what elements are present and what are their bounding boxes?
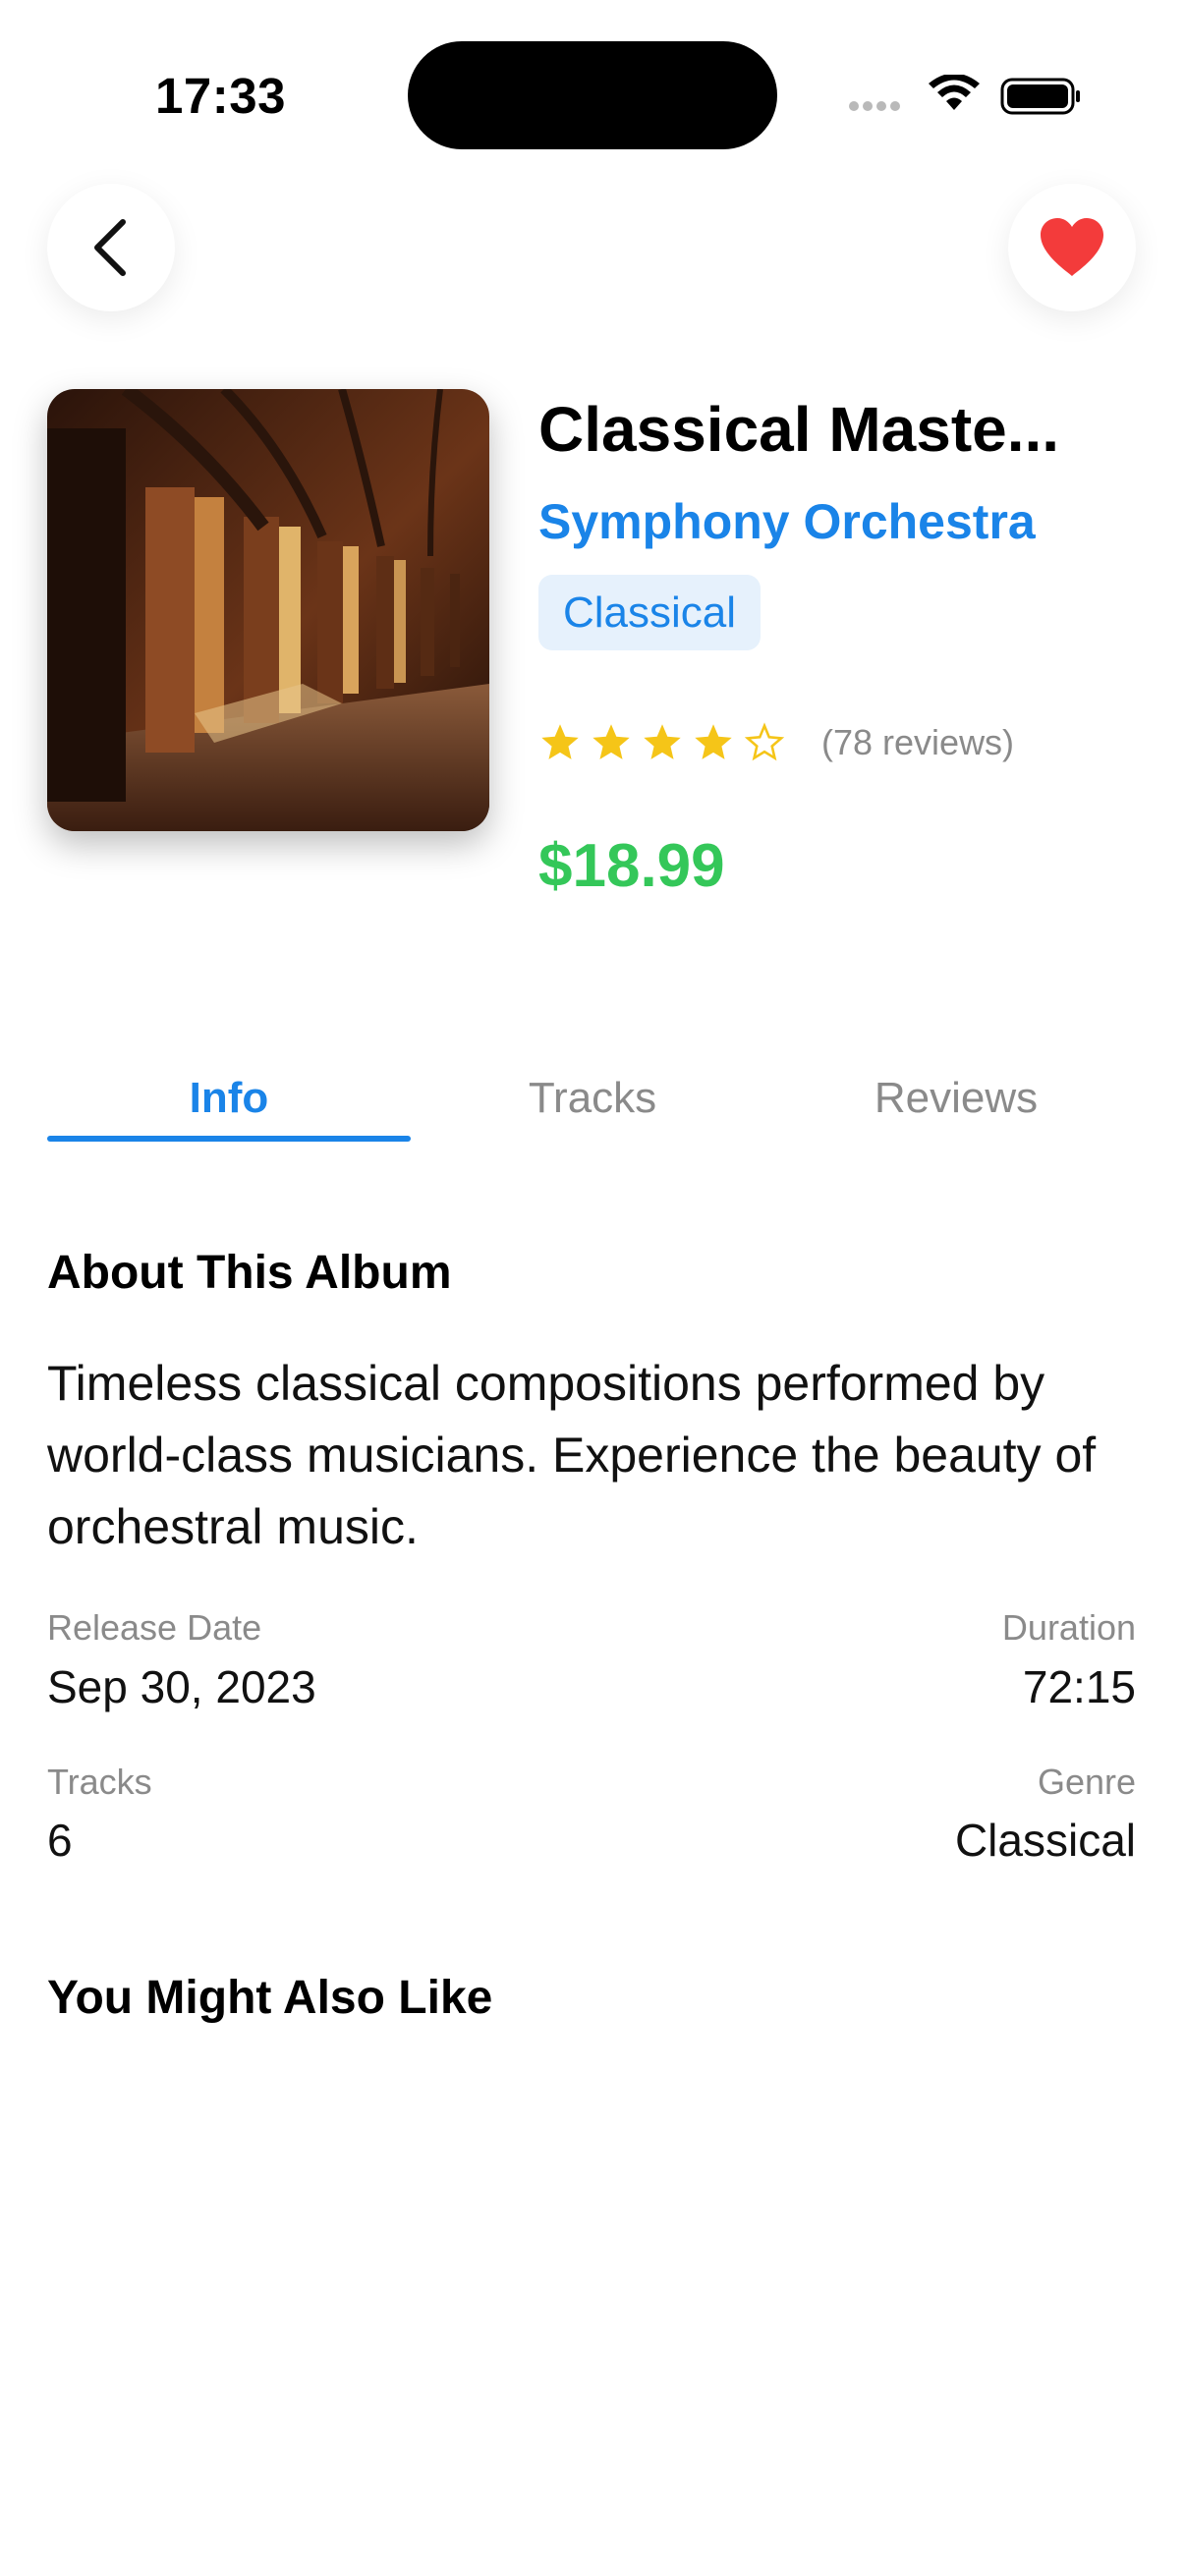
album-description: Timeless classical compositions performe… [47, 1356, 1097, 1554]
tab-info[interactable]: Info [47, 1061, 411, 1136]
genre-label: Genre [1037, 1762, 1136, 1802]
album-cover [47, 389, 489, 831]
release-date-value: Sep 30, 2023 [47, 1661, 316, 1712]
status-bar: 17:33 [0, 0, 1185, 196]
dynamic-island [408, 41, 777, 149]
star-icon [644, 724, 681, 759]
tracks-label: Tracks [47, 1762, 152, 1802]
rating: (78 reviews) [538, 715, 1014, 770]
album-title: Classical Maste... [538, 394, 1060, 465]
active-tab-indicator [47, 1136, 411, 1142]
about-heading: About This Album [47, 1247, 452, 1299]
wifi-icon [929, 75, 980, 110]
star-icon [592, 724, 630, 759]
review-count: (78 reviews) [821, 722, 1015, 762]
genre-chip[interactable]: Classical [538, 575, 762, 650]
tab-bar: Info Tracks Reviews [47, 1061, 1138, 1142]
tab-reviews[interactable]: Reviews [774, 1061, 1138, 1136]
tab-tracks[interactable]: Tracks [411, 1061, 774, 1136]
battery-icon [1000, 78, 1080, 115]
status-time: 17:33 [155, 68, 286, 124]
favorite-button[interactable] [1008, 184, 1136, 311]
heart-icon [1041, 218, 1103, 276]
star-outline-icon [744, 722, 785, 761]
genre-value: Classical [954, 1815, 1136, 1866]
tracks-value: 6 [47, 1815, 73, 1866]
signal-icon [849, 98, 904, 116]
back-chevron-icon [94, 219, 126, 276]
duration-value: 72:15 [1022, 1661, 1136, 1712]
back-button[interactable] [47, 184, 175, 311]
duration-label: Duration [1001, 1607, 1136, 1648]
recommendations-heading: You Might Also Like [47, 1972, 493, 2024]
star-icon [541, 724, 579, 759]
price: $18.99 [538, 832, 725, 900]
artist-link[interactable]: Symphony Orchestra [538, 493, 1036, 550]
release-date-label: Release Date [47, 1607, 262, 1648]
star-icon [695, 724, 732, 759]
